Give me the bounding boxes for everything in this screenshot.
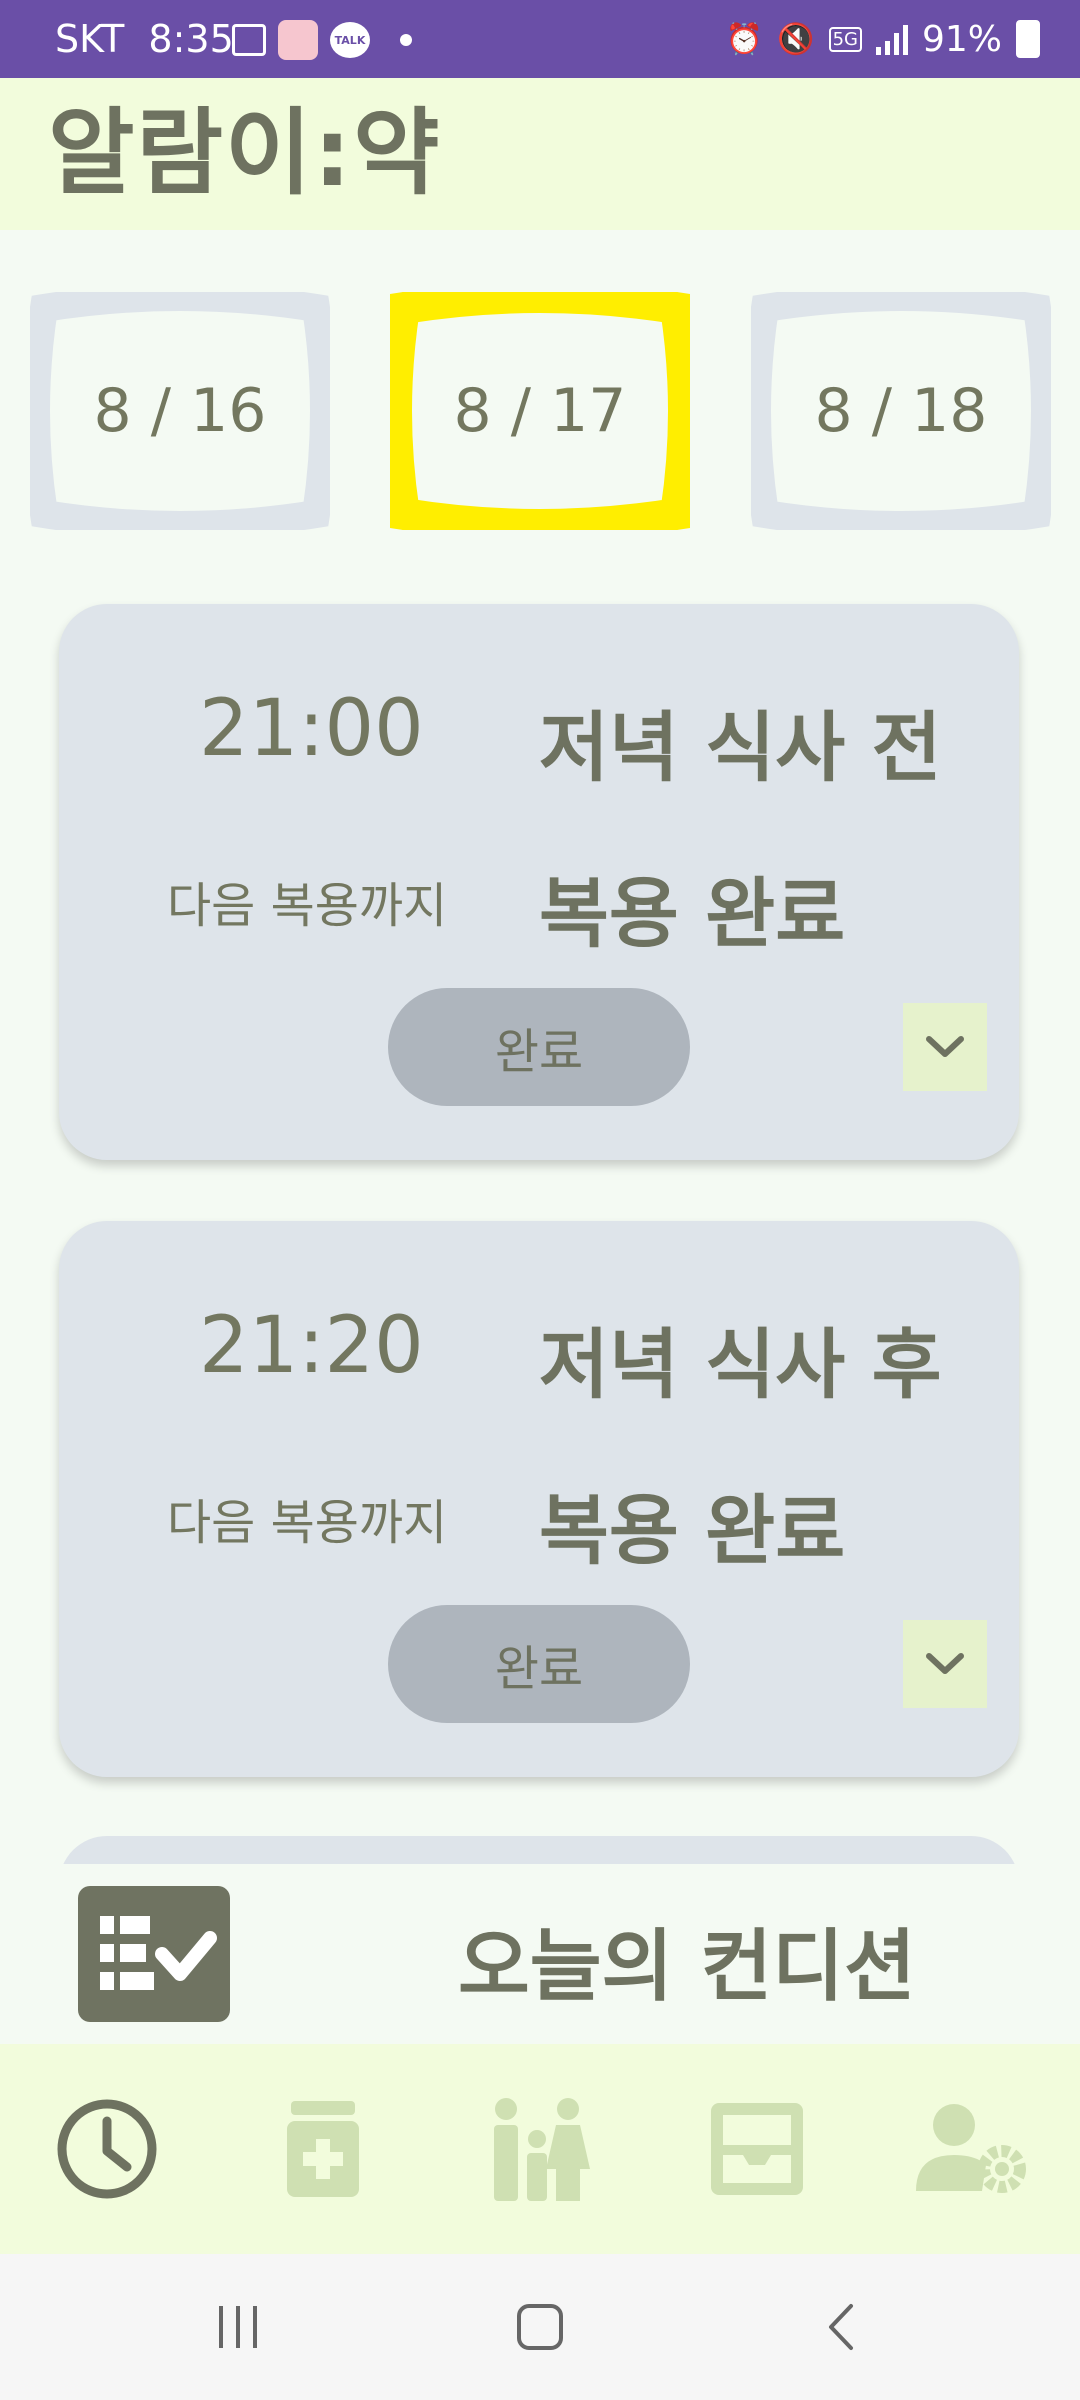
status-right: ⏰ 🔇 5G 91%: [726, 0, 1040, 78]
checklist-icon: [78, 1886, 230, 2022]
condition-bar[interactable]: 오늘의 컨디션: [0, 1864, 1080, 2044]
system-navigation: [0, 2254, 1080, 2400]
app-notification-icon: [278, 20, 318, 60]
signal-icon: [875, 23, 908, 55]
dose-label: 저녁 식사 후: [539, 1320, 942, 1409]
talk-notification-icon: TALK: [330, 22, 370, 58]
battery-icon: [1016, 20, 1040, 58]
network-type: 5G: [828, 26, 862, 52]
dose-time: 21:20: [199, 1301, 424, 1391]
clock-time: 8:35: [148, 17, 234, 61]
date-8-17[interactable]: 8 / 17: [390, 292, 690, 530]
back-icon: [829, 2304, 853, 2350]
back-button[interactable]: [802, 2292, 882, 2362]
chevron-down-icon: [926, 1036, 964, 1057]
recent-apps-button[interactable]: [198, 2292, 278, 2362]
mute-icon: 🔇: [777, 21, 815, 57]
notification-icons: TALK: [232, 20, 412, 60]
date-label: 8 / 16: [93, 376, 267, 446]
expand-button[interactable]: [903, 1003, 987, 1091]
date-label: 8 / 17: [453, 376, 627, 446]
carrier: SKT: [55, 17, 125, 61]
status-bar: SKT 8:35 TALK ⏰ 🔇 5G 91%: [0, 0, 1080, 78]
nav-inbox[interactable]: [702, 2094, 812, 2204]
date-8-16[interactable]: 8 / 16: [30, 292, 330, 530]
nav-family[interactable]: [484, 2094, 594, 2204]
title-bar: 알람이:약: [0, 78, 1080, 230]
recent-apps-icon: [219, 2306, 257, 2348]
medicine-icon: [287, 2101, 359, 2197]
status-carrier-time: SKT 8:35: [55, 0, 234, 78]
dose-card: 21:20 저녁 식사 후 다음 복용까지 복용 완료 완료: [59, 1221, 1019, 1777]
condition-label: 오늘의 컨디션: [458, 1922, 916, 2012]
next-dose-label: 다음 복용까지: [167, 1495, 448, 1551]
dose-time: 21:00: [199, 684, 424, 774]
alarm-icon: ⏰: [725, 21, 764, 57]
dose-status: 복용 완료: [539, 869, 846, 958]
bottom-navigation: [0, 2044, 1080, 2254]
date-8-18[interactable]: 8 / 18: [751, 292, 1051, 530]
chevron-down-icon: [926, 1653, 964, 1674]
more-notifications-dot: [400, 34, 412, 46]
gallery-notification-icon: [232, 24, 266, 56]
date-label: 8 / 18: [814, 376, 988, 446]
nav-medicine[interactable]: [268, 2094, 378, 2204]
complete-button[interactable]: 완료: [388, 1605, 690, 1723]
app-title: 알람이:약: [48, 99, 442, 208]
family-icon: [494, 2098, 590, 2201]
battery-percent: 91%: [921, 18, 1002, 60]
nav-settings[interactable]: [916, 2094, 1026, 2204]
nav-alarm[interactable]: [52, 2094, 162, 2204]
user-settings-icon: [916, 2104, 1026, 2193]
expand-button[interactable]: [903, 1620, 987, 1708]
complete-button[interactable]: 완료: [388, 988, 690, 1106]
dose-label: 저녁 식사 전: [539, 703, 942, 792]
dose-status: 복용 완료: [539, 1486, 846, 1575]
next-dose-label: 다음 복용까지: [167, 878, 448, 934]
home-icon: [517, 2304, 563, 2350]
home-button[interactable]: [500, 2292, 580, 2362]
clock-icon: [57, 2099, 157, 2199]
dose-card: 21:00 저녁 식사 전 다음 복용까지 복용 완료 완료: [59, 604, 1019, 1160]
inbox-icon: [711, 2103, 803, 2195]
